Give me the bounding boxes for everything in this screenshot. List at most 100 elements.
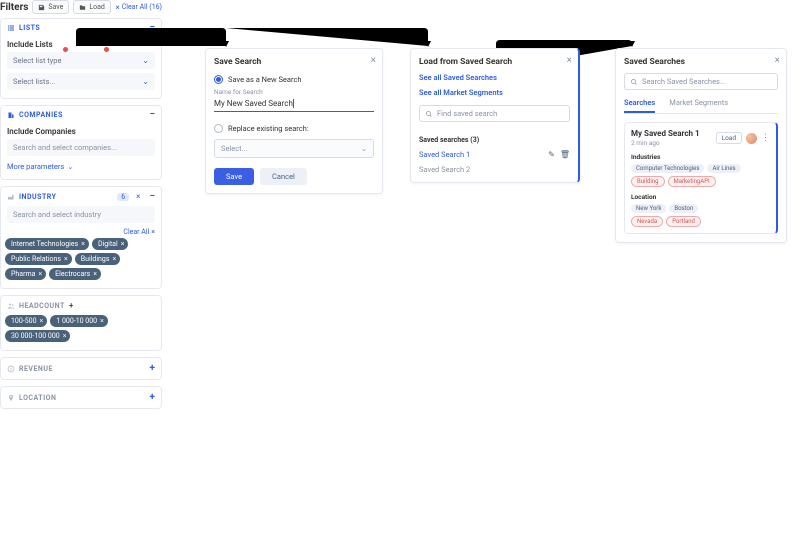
save-panel-title: Save Search [214, 57, 374, 67]
collapse-icon[interactable]: − [149, 111, 155, 119]
money-icon: $ [7, 365, 15, 373]
more-parameters-link[interactable]: More parameters ⌄ [1, 160, 79, 175]
location-label: Location [631, 193, 770, 201]
save-search-panel: Save Search × Save as a New Search Name … [205, 48, 383, 194]
expand-icon[interactable]: + [150, 363, 155, 374]
cancel-button[interactable]: Cancel [260, 168, 307, 185]
more-menu-icon[interactable]: ⋮ [761, 134, 770, 143]
section-industry-header[interactable]: INDUSTRY 6 × − [1, 187, 161, 206]
industries-label: Industries [631, 153, 770, 161]
remove-chip-icon[interactable]: × [64, 255, 68, 263]
text-cursor [293, 99, 294, 108]
saved-searches-group-label: Saved searches (3) [419, 136, 570, 144]
remove-chip-icon[interactable]: × [40, 317, 44, 325]
close-icon: × [115, 3, 119, 12]
chevron-down-icon: ⌄ [361, 144, 367, 153]
see-all-segments-link[interactable]: See all Market Segments [419, 88, 570, 97]
tab-segments[interactable]: Market Segments [669, 98, 728, 113]
section-revenue[interactable]: $ REVENUE + [0, 357, 162, 380]
filter-chip[interactable]: 100-500× [5, 315, 47, 327]
radio-checked-icon [214, 75, 223, 84]
people-icon [7, 302, 15, 310]
expand-icon[interactable]: + [150, 392, 155, 403]
see-all-saved-link[interactable]: See all Saved Searches [419, 73, 570, 82]
tag: Portland [666, 216, 701, 227]
filter-chip[interactable]: 1 000-10 000× [50, 315, 108, 327]
saved-search-item: Saved Search 1 ✎ 🗑 [419, 150, 570, 159]
section-companies: COMPANIES − Include Companies Search and… [0, 105, 162, 180]
chevron-down-icon: ⌄ [142, 77, 149, 86]
section-location[interactable]: LOCATION + [0, 386, 162, 409]
option-save-new[interactable]: Save as a New Search [214, 75, 374, 84]
search-icon [425, 110, 433, 118]
industry-chips: Internet Technologies×Digital× Public Rel… [1, 238, 161, 284]
section-headcount-header[interactable]: HEADCOUNT + [1, 296, 161, 315]
close-button[interactable]: × [775, 55, 780, 66]
remove-section-icon[interactable]: × [133, 192, 143, 201]
remove-chip-icon[interactable]: × [63, 332, 67, 340]
industry-count-badge: 6 [117, 193, 129, 201]
ss-load-button[interactable]: Load [716, 132, 742, 144]
avatar [746, 133, 757, 144]
companies-search-input[interactable]: Search and select companies... [7, 139, 155, 156]
select-list-type[interactable]: Select list type ⌄ [7, 52, 155, 69]
clear-all-button[interactable]: ×Clear All (16) [115, 3, 162, 12]
ss-card-title: My Saved Search 1 [631, 129, 712, 138]
filter-chip[interactable]: Buildings× [75, 253, 120, 265]
ss-search-input[interactable]: Search Saved Searches... [624, 73, 778, 90]
collapse-icon[interactable]: − [149, 24, 155, 32]
remove-chip-icon[interactable]: × [93, 270, 97, 278]
filter-chip[interactable]: Public Relations× [5, 253, 72, 265]
industry-search-input[interactable]: Search and select industry [7, 206, 155, 223]
replace-select[interactable]: Select... ⌄ [214, 139, 374, 158]
tag: Air Lines [707, 164, 740, 173]
save-icon [38, 4, 45, 11]
filters-title: Filters [0, 2, 28, 13]
remove-chip-icon[interactable]: × [112, 255, 116, 263]
load-panel-title: Load from Saved Search [419, 57, 570, 67]
tag: Nevada [631, 216, 663, 227]
remove-chip-icon[interactable]: × [121, 240, 125, 248]
section-industry: INDUSTRY 6 × − Search and select industr… [0, 186, 162, 289]
filter-chip[interactable]: Electrocars× [49, 268, 101, 280]
saved-searches-panel: Saved Searches × Search Saved Searches..… [615, 48, 787, 243]
close-button[interactable]: × [567, 55, 572, 66]
industry-clear-all[interactable]: Clear All [123, 228, 149, 236]
edit-icon[interactable]: ✎ [548, 150, 555, 159]
find-saved-input[interactable]: Find saved search [419, 105, 570, 122]
chevron-down-icon: ⌄ [67, 163, 73, 171]
saved-search-name[interactable]: Saved Search 2 [419, 165, 470, 174]
tab-searches[interactable]: Searches [624, 98, 655, 113]
filter-chip[interactable]: 30 000-100 000× [5, 330, 70, 342]
filter-chip[interactable]: Internet Technologies× [5, 238, 89, 250]
remove-chip-icon[interactable]: × [81, 240, 85, 248]
remove-chip-icon[interactable]: × [38, 270, 42, 278]
filters-header: Filters Save Load ×Clear All (16) [0, 0, 162, 14]
delete-icon[interactable]: 🗑 [560, 150, 570, 159]
section-lists-header[interactable]: LISTS − [1, 19, 161, 37]
option-replace[interactable]: Replace existing search: [214, 124, 374, 133]
headcount-chips: 100-500×1 000-10 000× 30 000-100 000× [1, 315, 161, 346]
save-confirm-button[interactable]: Save [214, 168, 254, 185]
saved-search-name[interactable]: Saved Search 1 [419, 150, 470, 159]
close-icon[interactable]: × [151, 228, 155, 236]
collapse-icon[interactable]: − [149, 193, 155, 201]
load-icon [79, 4, 86, 11]
select-lists[interactable]: Select lists... ⌄ [7, 73, 155, 90]
filter-chip[interactable]: Digital× [92, 238, 128, 250]
building-icon [7, 111, 15, 119]
load-button[interactable]: Load [73, 0, 111, 14]
remove-chip-icon[interactable]: × [100, 317, 104, 325]
saved-search-card: My Saved Search 1 2 min ago Load ⋮ Indus… [624, 122, 778, 234]
include-lists-label: Include Lists [1, 37, 161, 52]
close-button[interactable]: × [371, 55, 376, 66]
name-field-label: Name for Search [214, 88, 374, 96]
section-companies-header[interactable]: COMPANIES − [1, 106, 161, 124]
save-button[interactable]: Save [32, 0, 69, 14]
expand-icon[interactable]: + [69, 301, 74, 310]
industry-icon [7, 193, 15, 201]
search-name-input[interactable]: My New Saved Search [214, 96, 374, 112]
load-search-panel: Load from Saved Search × See all Saved S… [410, 48, 580, 183]
filter-chip[interactable]: Pharma× [5, 268, 46, 280]
include-companies-label: Include Companies [1, 124, 161, 139]
